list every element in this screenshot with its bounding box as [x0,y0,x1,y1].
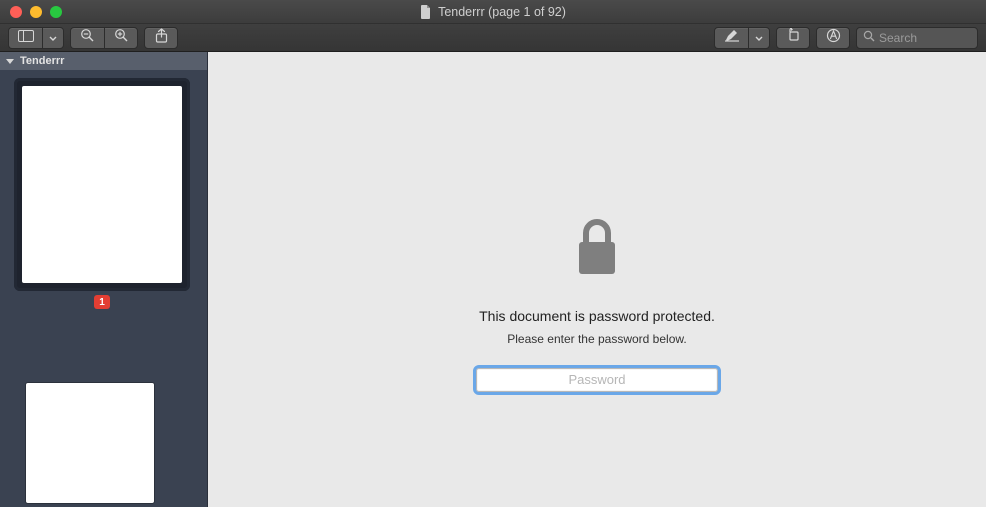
window-controls [0,6,62,18]
window-title: Tenderrr (page 1 of 92) [0,5,986,19]
chevron-down-icon [755,29,763,47]
minimize-window-button[interactable] [30,6,42,18]
highlighter-icon [724,28,740,47]
share-icon [155,28,168,48]
content-area: Tenderrr 1 This document is password pro… [0,52,986,507]
search-input[interactable] [879,31,971,45]
sidebar-body: 1 [0,70,207,507]
sidebar-layout-icon [18,29,34,47]
window-title-text: Tenderrr (page 1 of 92) [438,5,566,19]
zoom-out-button[interactable] [70,27,104,49]
lock-heading: This document is password protected. [476,308,718,324]
zoom-out-icon [80,28,95,48]
rotate-button[interactable] [776,27,810,49]
page-thumbnail[interactable] [26,383,154,503]
window-titlebar: Tenderrr (page 1 of 92) [0,0,986,24]
password-input[interactable] [476,368,718,392]
lock-subheading: Please enter the password below. [476,332,718,346]
thumbnails-sidebar: Tenderrr 1 [0,52,208,507]
zoom-window-button[interactable] [50,6,62,18]
sidebar-view-dropdown[interactable] [42,27,64,49]
password-prompt-pane: This document is password protected. Ple… [476,218,718,392]
markup-toolbar-button[interactable] [816,27,850,49]
zoom-in-icon [114,28,129,48]
search-icon [863,29,875,47]
sidebar-view-button[interactable] [8,27,42,49]
markup-icon [826,28,841,48]
highlight-button[interactable] [714,27,748,49]
page-number-badge: 1 [94,295,110,309]
zoom-segment [70,27,138,49]
disclosure-triangle-icon [6,59,14,64]
document-icon [420,5,432,19]
rotate-icon [786,28,801,47]
highlight-dropdown[interactable] [748,27,770,49]
view-mode-segment [8,27,64,49]
page-preview [22,86,182,283]
close-window-button[interactable] [10,6,22,18]
search-field[interactable] [856,27,978,49]
page-thumbnail[interactable]: 1 [14,78,190,291]
zoom-in-button[interactable] [104,27,138,49]
document-view: This document is password protected. Ple… [208,52,986,507]
lock-icon [476,218,718,276]
share-button[interactable] [144,27,178,49]
markup-segment [714,27,770,49]
chevron-down-icon [49,29,57,47]
sidebar-header[interactable]: Tenderrr [0,52,207,70]
toolbar [0,24,986,52]
sidebar-document-title: Tenderrr [20,55,64,67]
